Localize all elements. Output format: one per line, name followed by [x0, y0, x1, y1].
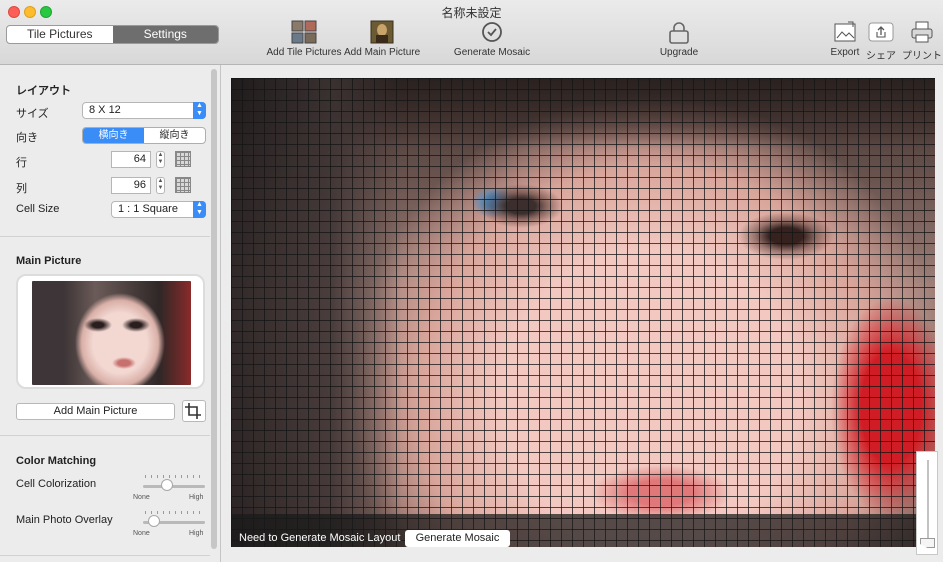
- cell-colorization-knob[interactable]: [161, 479, 173, 491]
- toolbar: 名称未設定 Tile Pictures Settings Add Tile Pi…: [0, 0, 943, 65]
- crop-button[interactable]: [182, 400, 206, 422]
- orientation-segmented-control: 横向き 縦向き: [82, 127, 206, 144]
- rows-field[interactable]: 64: [111, 151, 151, 168]
- mosaic-preview-canvas[interactable]: [231, 78, 935, 547]
- rows-label: 行: [16, 157, 27, 169]
- orientation-landscape-option[interactable]: 横向き: [83, 128, 144, 143]
- add-tile-pictures-button[interactable]: Add Tile Pictures: [266, 20, 342, 58]
- cell-colorization-slider[interactable]: [143, 479, 205, 491]
- upgrade-button[interactable]: Upgrade: [652, 20, 706, 58]
- columns-label: 列: [16, 183, 27, 195]
- layout-section-title: レイアウト: [16, 85, 71, 97]
- window-title: 名称未設定: [441, 6, 502, 20]
- columns-stepper[interactable]: ▲ ▼: [156, 177, 165, 194]
- crop-icon: [185, 403, 201, 419]
- color-matching-section-title: Color Matching: [16, 455, 97, 467]
- share-label: シェア: [866, 51, 896, 62]
- app-window: 名称未設定 Tile Pictures Settings Add Tile Pi…: [0, 0, 943, 562]
- size-label: サイズ: [16, 108, 49, 120]
- cell-colorization-max-label: High: [189, 494, 204, 501]
- zoom-slider-knob[interactable]: [920, 538, 935, 548]
- main-photo-overlay-label: Main Photo Overlay: [16, 514, 113, 526]
- section-divider: [0, 236, 210, 237]
- tab-tile-pictures[interactable]: Tile Pictures: [7, 26, 113, 43]
- printer-icon: [911, 21, 933, 43]
- mosaic-grid-overlay: [231, 78, 935, 547]
- rows-stepper[interactable]: ▲ ▼: [156, 151, 165, 168]
- cell-size-select[interactable]: 1 : 1 Square ▲ ▼: [111, 201, 206, 218]
- size-select[interactable]: 8 X 12 ▲ ▼: [82, 102, 206, 119]
- slider-ticks: [145, 475, 203, 478]
- print-button[interactable]: プリント: [902, 20, 942, 62]
- popup-arrows-icon: ▲ ▼: [193, 201, 206, 218]
- main-picture-thumbnail: [32, 281, 191, 385]
- generate-mosaic-label: Generate Mosaic: [453, 47, 531, 58]
- view-tab-switcher: Tile Pictures Settings: [6, 25, 219, 44]
- generate-mosaic-toolbar-button[interactable]: Generate Mosaic: [452, 20, 532, 58]
- cell-colorization-label: Cell Colorization: [16, 478, 97, 490]
- add-main-picture-button-sidebar[interactable]: Add Main Picture: [16, 403, 175, 420]
- share-button[interactable]: シェア: [864, 20, 898, 62]
- notice-text: Need to Generate Mosaic Layout: [239, 532, 401, 544]
- orientation-portrait-option[interactable]: 縦向き: [144, 128, 205, 143]
- generate-mosaic-button[interactable]: Generate Mosaic: [405, 530, 510, 547]
- section-divider: [0, 435, 210, 436]
- export-button[interactable]: Export: [826, 20, 864, 58]
- add-tile-pictures-label: Add Tile Pictures: [266, 47, 342, 58]
- main-photo-overlay-slider[interactable]: [143, 515, 205, 527]
- main-photo-overlay-knob[interactable]: [148, 515, 160, 527]
- export-label: Export: [830, 47, 860, 58]
- zoom-slider[interactable]: [916, 451, 938, 555]
- orientation-label: 向き: [16, 132, 38, 144]
- add-main-picture-button[interactable]: Add Main Picture: [344, 20, 420, 58]
- cell-colorization-min-label: None: [133, 494, 150, 501]
- main-photo-overlay-min-label: None: [133, 530, 150, 537]
- upgrade-label: Upgrade: [659, 47, 699, 58]
- settings-sidebar: レイアウト サイズ 8 X 12 ▲ ▼ 向き 横向き 縦向き 行 64 ▲ ▼ 列…: [0, 65, 221, 562]
- popup-arrows-icon: ▲ ▼: [193, 102, 206, 119]
- lock-icon: [669, 22, 689, 44]
- columns-grid-icon: [175, 177, 191, 193]
- slider-ticks: [145, 511, 203, 514]
- tile-pictures-icon: [291, 20, 317, 44]
- columns-field[interactable]: 96: [111, 177, 151, 194]
- cell-size-label: Cell Size: [16, 203, 60, 215]
- cell-size-select-value: 1 : 1 Square: [118, 203, 178, 215]
- refresh-check-icon: [482, 22, 502, 42]
- tab-settings[interactable]: Settings: [112, 26, 218, 43]
- main-picture-section-title: Main Picture: [16, 255, 82, 267]
- main-photo-overlay-max-label: High: [189, 530, 204, 537]
- add-main-picture-label: Add Main Picture: [344, 47, 421, 58]
- rows-grid-icon: [175, 151, 191, 167]
- print-label: プリント: [902, 51, 942, 62]
- size-select-value: 8 X 12: [89, 104, 121, 116]
- portrait-icon: [370, 20, 394, 44]
- sidebar-scrollbar[interactable]: [211, 69, 217, 549]
- main-picture-well[interactable]: [16, 274, 205, 389]
- share-icon: [868, 22, 894, 42]
- export-image-icon: [834, 21, 856, 42]
- zoom-slider-track: [927, 460, 929, 544]
- section-divider: [0, 555, 210, 556]
